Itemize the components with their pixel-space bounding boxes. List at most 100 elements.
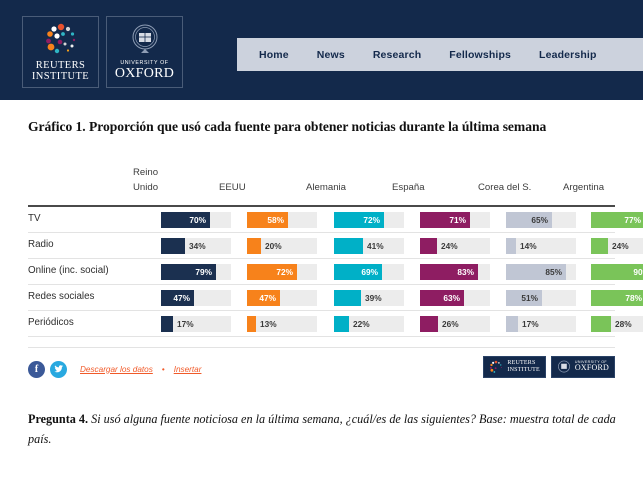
- bar-value-label: 83%: [457, 266, 474, 277]
- bar-value-label: 13%: [260, 318, 277, 329]
- bar-track: 26%: [420, 315, 490, 332]
- site-header: REUTERS INSTITUTE UNIVERSITY OF OXFORD H…: [0, 0, 643, 100]
- nav-item-fellowships[interactable]: Fellowships: [449, 49, 511, 61]
- bar[interactable]: [506, 315, 518, 332]
- bar-value-label: 71%: [449, 214, 466, 225]
- bar[interactable]: [420, 237, 437, 254]
- bar[interactable]: [591, 237, 608, 254]
- oxford-wordmark: OXFORD: [114, 66, 175, 81]
- row-label: TV: [28, 212, 41, 224]
- bar[interactable]: [247, 315, 256, 332]
- bar-track: 47%: [247, 289, 317, 306]
- social-share-group[interactable]: f: [28, 360, 67, 378]
- reuters-institute-dots-icon: [44, 22, 78, 56]
- bar-value-label: 85%: [545, 266, 562, 277]
- row-label: Radio: [28, 238, 54, 250]
- nav-item-news[interactable]: News: [317, 49, 345, 61]
- bar-value-label: 24%: [612, 240, 629, 251]
- reuters-institute-dots-icon-small: [489, 360, 503, 374]
- bar-value-label: 58%: [267, 214, 284, 225]
- row-label: Online (inc. social): [28, 264, 109, 276]
- download-data-link[interactable]: Descargar los datos: [80, 365, 153, 374]
- bar-value-label: 79%: [195, 266, 212, 277]
- facebook-icon[interactable]: f: [28, 360, 45, 378]
- bar-value-label: 77%: [624, 214, 641, 225]
- nav-item-home[interactable]: Home: [259, 49, 289, 61]
- row-label: Redes sociales: [28, 290, 95, 302]
- footer-separator: •: [161, 364, 165, 374]
- bar[interactable]: [506, 237, 516, 254]
- column-header-alemania: Alemania: [306, 182, 346, 193]
- question-note: Pregunta 4. Si usó alguna fuente noticio…: [28, 409, 628, 449]
- bar-track: 70%: [161, 211, 231, 228]
- bar-value-label: 39%: [365, 292, 382, 303]
- bar[interactable]: [591, 315, 611, 332]
- bar-value-label: 69%: [361, 266, 378, 277]
- question-note-label: Pregunta 4.: [28, 411, 89, 426]
- reuters-institute-logo[interactable]: REUTERS INSTITUTE: [22, 16, 99, 88]
- chart-container: Reino Unido EEUU Alemania España Corea del S…: [28, 165, 643, 389]
- bar-value-label: 72%: [276, 266, 293, 277]
- bar-track: 71%: [420, 211, 490, 228]
- column-header-reino-unido: Reino Unido: [133, 167, 159, 193]
- row-label: Periódicos: [28, 316, 74, 328]
- bar-value-label: 78%: [625, 292, 642, 303]
- bar[interactable]: [334, 289, 361, 306]
- bar-value-label: 28%: [615, 318, 632, 329]
- bar[interactable]: [334, 315, 349, 332]
- reuters-institute-wordmark: REUTERS INSTITUTE: [31, 60, 90, 82]
- bar-value-label: 47%: [259, 292, 276, 303]
- main-navigation[interactable]: Home News Research Fellowships Leadershi…: [237, 38, 643, 71]
- bar-value-label: 24%: [441, 240, 458, 251]
- bar[interactable]: [420, 315, 438, 332]
- column-header-corea-del-s: Corea del S.: [478, 182, 532, 193]
- embed-link[interactable]: Insertar: [174, 365, 202, 374]
- table-row: Online (inc. social) 79% 72% 69% 83% 85% 90%: [28, 259, 643, 285]
- bar-track: 83%: [420, 263, 490, 280]
- footer-oxford-wordmark: UNIVERSITY OF OXFORD: [574, 360, 609, 373]
- bar-value-label: 41%: [367, 240, 384, 251]
- table-row: Radio 34% 20% 41% 24% 14% 24%: [28, 233, 643, 259]
- bar-value-label: 70%: [189, 214, 206, 225]
- bar-track: 14%: [506, 237, 576, 254]
- chart-rows: TV 70% 58% 72% 71% 65% 77% Radio 34% 20% 41% 24% 14%…: [28, 207, 643, 337]
- bar-value-label: 17%: [177, 318, 194, 329]
- bar-value-label: 90%: [633, 266, 643, 277]
- oxford-crest-icon-small: [557, 360, 571, 374]
- bar-track: 63%: [420, 289, 490, 306]
- bar-track: 72%: [247, 263, 317, 280]
- bar-track: 90%: [591, 263, 643, 280]
- nav-item-leadership[interactable]: Leadership: [539, 49, 597, 61]
- bar-value-label: 47%: [173, 292, 190, 303]
- bar-track: 51%: [506, 289, 576, 306]
- bar-track: 13%: [247, 315, 317, 332]
- oxford-logo[interactable]: UNIVERSITY OF OXFORD: [106, 16, 183, 88]
- bar[interactable]: [161, 315, 173, 332]
- bar-track: 58%: [247, 211, 317, 228]
- bar-value-label: 34%: [189, 240, 206, 251]
- bar-value-label: 72%: [363, 214, 380, 225]
- bar-track: 17%: [506, 315, 576, 332]
- bar-track: 24%: [591, 237, 643, 254]
- chart-footer-links[interactable]: Descargar los datos • Insertar: [80, 365, 201, 374]
- bar-track: 79%: [161, 263, 231, 280]
- bar[interactable]: [334, 237, 363, 254]
- bar-value-label: 26%: [442, 318, 459, 329]
- bar-track: 72%: [334, 211, 404, 228]
- bar-track: 22%: [334, 315, 404, 332]
- bar-value-label: 22%: [353, 318, 370, 329]
- twitter-icon[interactable]: [50, 360, 67, 378]
- nav-item-research[interactable]: Research: [373, 49, 421, 61]
- bar-track: 47%: [161, 289, 231, 306]
- bar-value-label: 63%: [443, 292, 460, 303]
- bar[interactable]: [247, 237, 261, 254]
- bar[interactable]: [161, 237, 185, 254]
- chart-footer: f Descargar los datos • Insertar REUTERS…: [28, 346, 615, 389]
- bar-track: 39%: [334, 289, 404, 306]
- page-title: Gráfico 1. Proporción que usó cada fuent…: [28, 119, 547, 134]
- footer-oxford-logo: UNIVERSITY OF OXFORD: [550, 355, 615, 378]
- bar-track: 78%: [591, 289, 643, 306]
- bar-track: 69%: [334, 263, 404, 280]
- bar-value-label: 14%: [520, 240, 537, 251]
- bar-track: 24%: [420, 237, 490, 254]
